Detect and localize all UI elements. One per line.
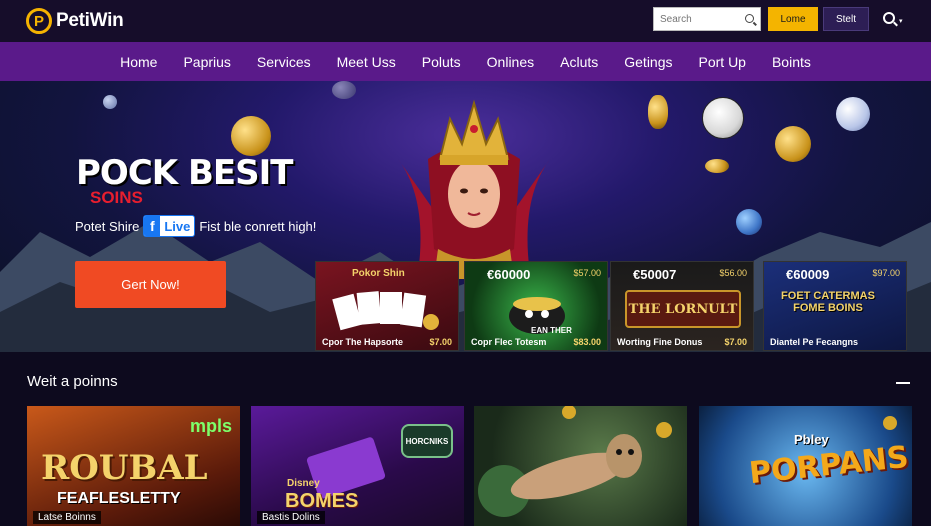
game-title: ROUBAL (41, 448, 208, 488)
queen-character (398, 99, 550, 279)
top-bar: P PetiWin Lome Stelt ▾ (0, 0, 931, 42)
gold-coin-decor (775, 126, 811, 162)
live-badge[interactable]: f Live (143, 215, 196, 237)
nav-item-acluts[interactable]: Acluts (560, 54, 598, 70)
promo-small-value: $56.00 (719, 268, 747, 278)
chevron-down-icon[interactable]: ▾ (899, 17, 903, 25)
promo-amount: €60000 (487, 267, 531, 282)
nav-item-services[interactable]: Services (257, 54, 311, 70)
promo-price: $7.00 (724, 337, 747, 347)
nav-item-paprius[interactable]: Paprius (183, 54, 230, 70)
search-toggle-icon[interactable] (883, 12, 895, 24)
search-input[interactable] (660, 13, 742, 25)
promo-caption: Diantel Pe Fecangns (770, 337, 859, 347)
game-tile[interactable]: mpls ROUBAL FEAFLESLETTY Latse Boinns (27, 406, 240, 526)
game-subtitle: FEAFLESLETTY (57, 490, 181, 507)
hero-banner: POCK BESIT SOINS Potet Shire f Live Fist… (0, 81, 931, 352)
promo-card[interactable]: €60000 $57.00 EAN THER Copr Flec Totesm … (464, 261, 608, 351)
game-subtitle: Pbley (794, 432, 829, 447)
promo-card[interactable]: €60009 $97.00 FOET CATERMAS FOME BOINS D… (763, 261, 907, 351)
promo-caption: Copr Flec Totesm (471, 337, 547, 347)
gold-coin-decor (648, 95, 668, 129)
collapse-icon[interactable] (896, 382, 910, 384)
nav-item-getings[interactable]: Getings (624, 54, 672, 70)
hero-subtitle: SOINS (90, 188, 143, 207)
promo-card[interactable]: Pokor Shin Cpor The Hapsorte $7.00 (315, 261, 459, 351)
brand-name: PetiWin (56, 10, 124, 31)
promo-caption: Worting Fine Donus (617, 337, 703, 347)
game-caption: Latse Boinns (33, 511, 101, 524)
nav-item-meet-us[interactable]: Meet Uss (337, 54, 396, 70)
search-icon[interactable] (745, 14, 754, 23)
soccer-ball-decor (702, 97, 744, 139)
login-button[interactable]: Lome (768, 7, 818, 31)
search-box[interactable] (653, 7, 761, 31)
hero-tagline-left: Potet Shire (75, 218, 140, 234)
start-button[interactable]: Stelt (823, 7, 869, 31)
promo-art-title: Pokor Shin (352, 268, 405, 279)
promo-caption: Cpor The Hapsorte (322, 337, 404, 347)
live-label: Live (164, 218, 191, 234)
facebook-icon: f (144, 216, 161, 236)
main-nav: Home Paprius Services Meet Uss Poluts On… (0, 42, 931, 81)
goblin-character-art (478, 406, 672, 517)
promo-amount: €60009 (786, 267, 830, 282)
game-caption: Bastis Dolins (257, 511, 325, 524)
playing-cards-art (332, 291, 439, 331)
planet-decor (332, 81, 356, 99)
nav-item-poluts[interactable]: Poluts (422, 54, 461, 70)
section-title: Weit a poinns (27, 373, 118, 390)
promo-amount: €50007 (633, 267, 677, 282)
promo-price: $83.00 (573, 337, 601, 347)
game-tile[interactable]: HORCNIKS Disney BOMES Bastis Dolins (251, 406, 464, 526)
game-badge: mpls (189, 416, 232, 436)
promo-art-title: THE LORNULT (625, 290, 741, 328)
nav-item-port-up[interactable]: Port Up (699, 54, 746, 70)
logo-icon: P (26, 8, 52, 34)
promo-art-title: EAN THER (531, 326, 572, 335)
hero-tagline-right: Fist ble conrett high! (199, 218, 317, 234)
hero-title: POCK BESIT (76, 153, 293, 193)
promo-small-value: $57.00 (573, 268, 601, 278)
game-badge: HORCNIKS (401, 424, 453, 458)
promo-small-value: $97.00 (872, 268, 900, 278)
coin-icon (883, 416, 897, 430)
game-tile[interactable] (474, 406, 687, 526)
get-now-button[interactable]: Gert Now! (75, 261, 226, 308)
promo-price: $7.00 (429, 337, 452, 347)
game-title: PORPANS (747, 439, 911, 492)
gold-coin-decor (231, 116, 271, 156)
nav-item-home[interactable]: Home (120, 54, 157, 70)
brand-logo[interactable]: P PetiWin (26, 8, 124, 34)
promo-art-title: FOET CATERMAS FOME BOINS (781, 290, 875, 314)
promo-card[interactable]: €50007 $56.00 THE LORNULT Worting Fine D… (610, 261, 754, 351)
nav-item-onlines[interactable]: Onlines (487, 54, 534, 70)
nav-item-boints[interactable]: Boints (772, 54, 811, 70)
moon-decor (836, 97, 870, 131)
game-subtitle: Disney (287, 478, 320, 489)
game-title: BOMES (285, 490, 359, 512)
hero-tagline: Potet Shire f Live Fist ble conrett high… (75, 215, 316, 237)
game-tile[interactable]: Pbley PORPANS (699, 406, 912, 526)
planet-decor (103, 95, 117, 109)
